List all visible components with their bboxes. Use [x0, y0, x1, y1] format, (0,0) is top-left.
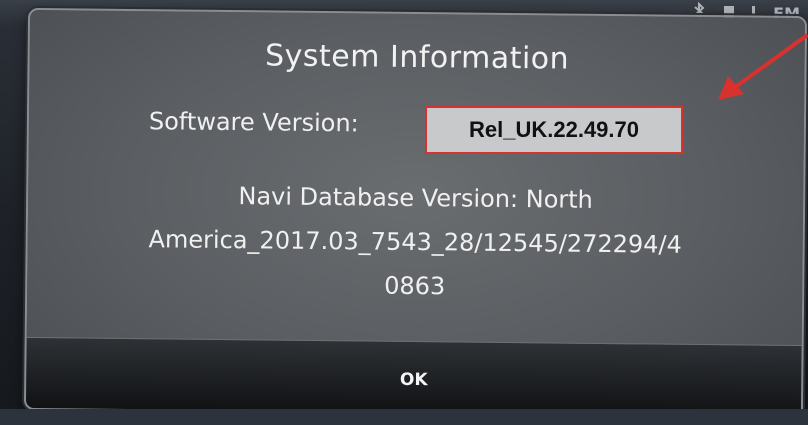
- ok-button-label: OK: [399, 369, 428, 391]
- bottom-dock-strip: [0, 409, 808, 425]
- navi-line-3: 0863: [384, 271, 446, 301]
- red-arrow-annotation-icon: [718, 34, 808, 100]
- software-version-label: Software Version:: [148, 107, 359, 138]
- system-information-dialog: System Information Software Version: Nav…: [23, 7, 808, 419]
- dialog-title: System Information: [264, 38, 570, 77]
- car-infotainment-screen: FM System Information Software Version: …: [0, 0, 808, 425]
- ok-button[interactable]: OK: [25, 336, 802, 417]
- navi-database-version: Navi Database Version: North America_201…: [27, 172, 803, 312]
- software-version-highlight-box: Rel_UK.22.49.70: [425, 106, 683, 154]
